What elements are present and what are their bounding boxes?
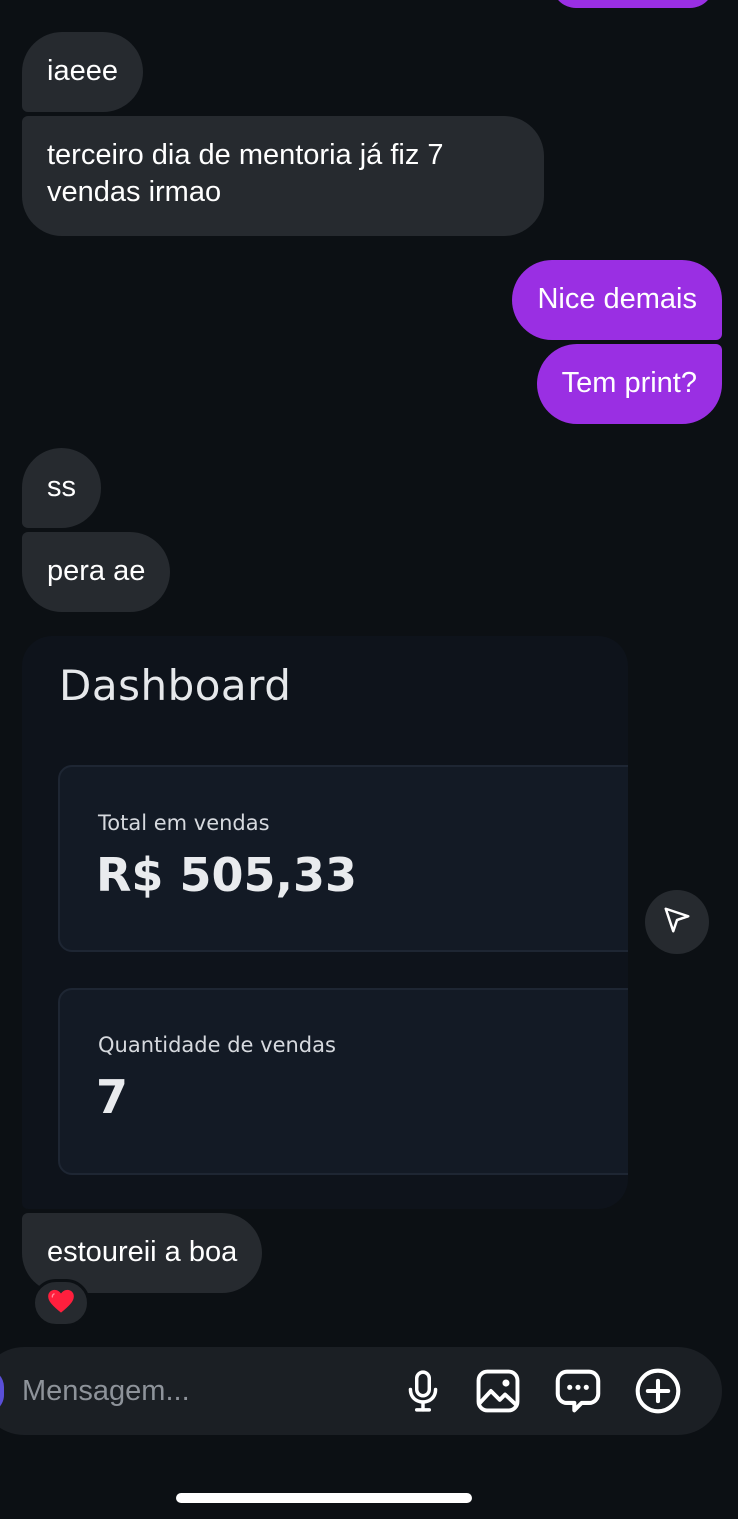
dm-thread-screen: iaeee terceiro dia de mentoria já fiz 7 … (0, 0, 738, 1519)
incoming-message[interactable]: terceiro dia de mentoria já fiz 7 vendas… (22, 116, 544, 236)
sales-total-card: Total em vendas R$ 505,33 (58, 765, 628, 952)
gallery-icon[interactable] (473, 1366, 523, 1416)
dashboard-title: Dashboard (59, 661, 292, 710)
card-value: 7 (96, 1070, 129, 1124)
card-label: Total em vendas (98, 811, 270, 835)
home-indicator[interactable] (176, 1493, 472, 1503)
image-message-dashboard-screenshot[interactable]: Dashboard Total em vendas R$ 505,33 Quan… (22, 636, 628, 1209)
card-value: R$ 505,33 (96, 848, 357, 902)
incoming-message[interactable]: ss (22, 448, 101, 528)
message-input[interactable] (22, 1369, 382, 1413)
microphone-icon[interactable] (398, 1366, 448, 1416)
incoming-message[interactable]: iaeee (22, 32, 143, 112)
outgoing-message[interactable]: Tem print? (536, 344, 722, 424)
outgoing-bubble-partial[interactable] (552, 0, 714, 8)
heart-icon (47, 1288, 75, 1319)
outgoing-message[interactable]: Nice demais (512, 260, 722, 340)
share-button[interactable] (645, 890, 709, 954)
sticker-icon[interactable] (553, 1366, 603, 1416)
incoming-message[interactable]: pera ae (22, 532, 171, 612)
send-icon (662, 905, 692, 940)
reaction-badge[interactable] (32, 1279, 90, 1327)
sales-count-card: Quantidade de vendas 7 (58, 988, 628, 1175)
card-label: Quantidade de vendas (98, 1033, 336, 1057)
add-icon[interactable] (633, 1366, 683, 1416)
